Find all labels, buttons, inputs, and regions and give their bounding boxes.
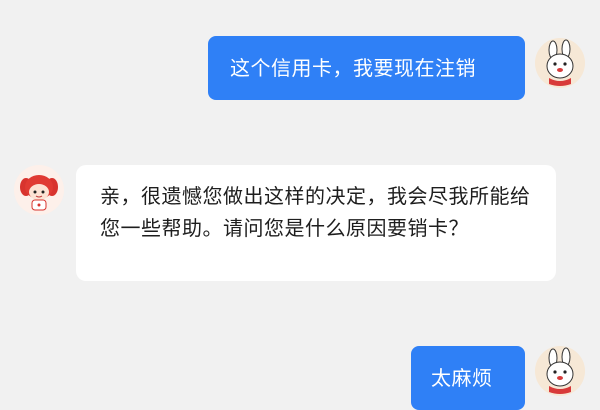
message-bubble-outgoing[interactable]: 这个信用卡，我要现在注销 — [208, 36, 525, 100]
message-text: 太麻烦 — [431, 366, 493, 390]
message-bubble-outgoing[interactable]: 太麻烦 — [411, 346, 525, 410]
rabbit-mascot-icon — [535, 346, 585, 396]
user-avatar[interactable] — [535, 346, 585, 396]
message-text: 亲，很遗憾您做出这样的决定，我会尽我所能给您一些帮助。请问您是什么原因要销卡？ — [100, 184, 531, 240]
agent-avatar[interactable] — [14, 165, 64, 215]
chat-conversation: 这个信用卡，我要现在注销 亲，很遗憾您做出这样的决定，我会尽我所能给您一些帮助。… — [0, 0, 600, 410]
user-avatar[interactable] — [535, 38, 585, 88]
message-text: 这个信用卡，我要现在注销 — [230, 56, 476, 80]
message-bubble-incoming[interactable]: 亲，很遗憾您做出这样的决定，我会尽我所能给您一些帮助。请问您是什么原因要销卡？ — [76, 165, 556, 281]
rabbit-mascot-icon — [535, 38, 585, 88]
red-hair-girl-icon — [14, 165, 64, 215]
